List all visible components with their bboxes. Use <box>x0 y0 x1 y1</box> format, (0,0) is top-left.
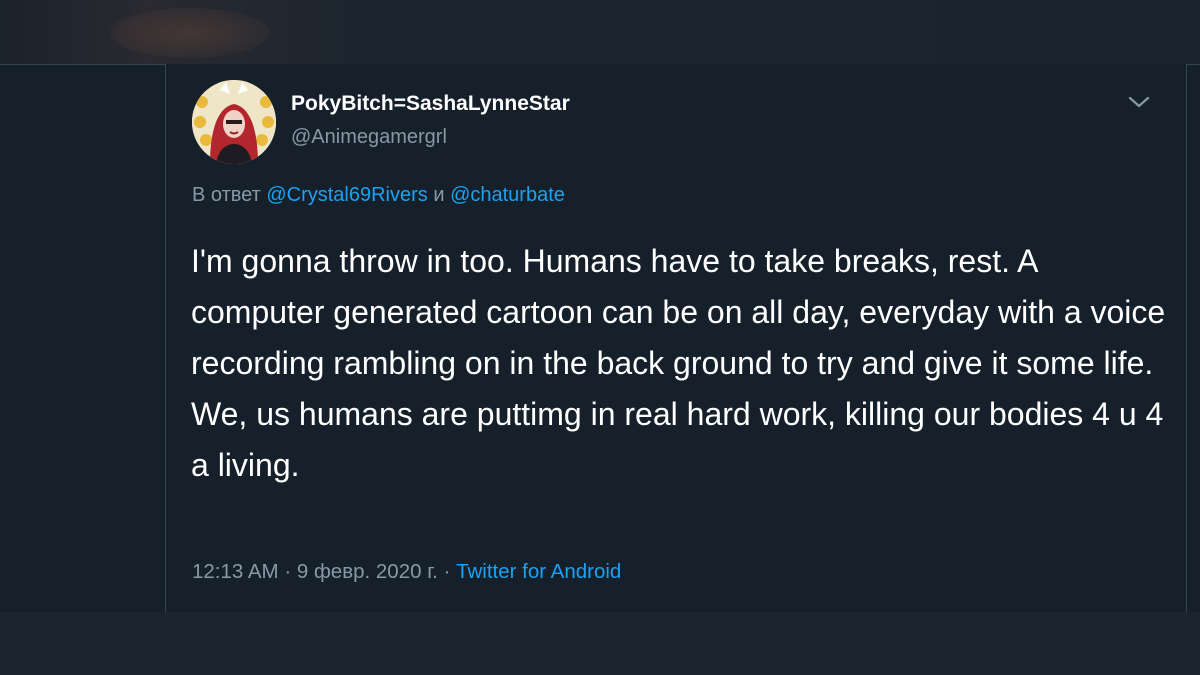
reply-context: В ответ @Crystal69Rivers и @chaturbate <box>192 184 565 207</box>
meta-separator: · <box>437 560 457 583</box>
avatar[interactable] <box>192 80 276 164</box>
blurred-background-shape <box>110 8 270 58</box>
display-name[interactable]: PokyBitch=SashaLynneStar <box>291 92 570 116</box>
tweet-card: PokyBitch=SashaLynneStar @Animegamergrl … <box>165 64 1187 612</box>
user-handle[interactable]: @Animegamergrl <box>291 126 447 149</box>
reply-mention-link[interactable]: @Crystal69Rivers <box>266 184 427 206</box>
chevron-down-icon[interactable] <box>1124 90 1154 114</box>
tweet-source-link[interactable]: Twitter for Android <box>456 560 621 583</box>
top-background-band <box>0 0 1200 65</box>
meta-separator: · <box>278 560 297 583</box>
tweet-metadata: 12:13 AM · 9 февр. 2020 г. · Twitter for… <box>192 560 621 584</box>
reply-prefix: В ответ <box>192 184 267 206</box>
avatar-image <box>192 80 276 164</box>
bottom-background-band <box>0 612 1200 675</box>
reply-mention-link[interactable]: @chaturbate <box>450 184 565 206</box>
reply-conjunction: и <box>427 184 451 206</box>
tweet-date[interactable]: 9 февр. 2020 г. <box>297 560 438 583</box>
tweet-text: I'm gonna throw in too. Humans have to t… <box>191 243 1166 483</box>
tweet-time[interactable]: 12:13 AM <box>192 560 279 583</box>
